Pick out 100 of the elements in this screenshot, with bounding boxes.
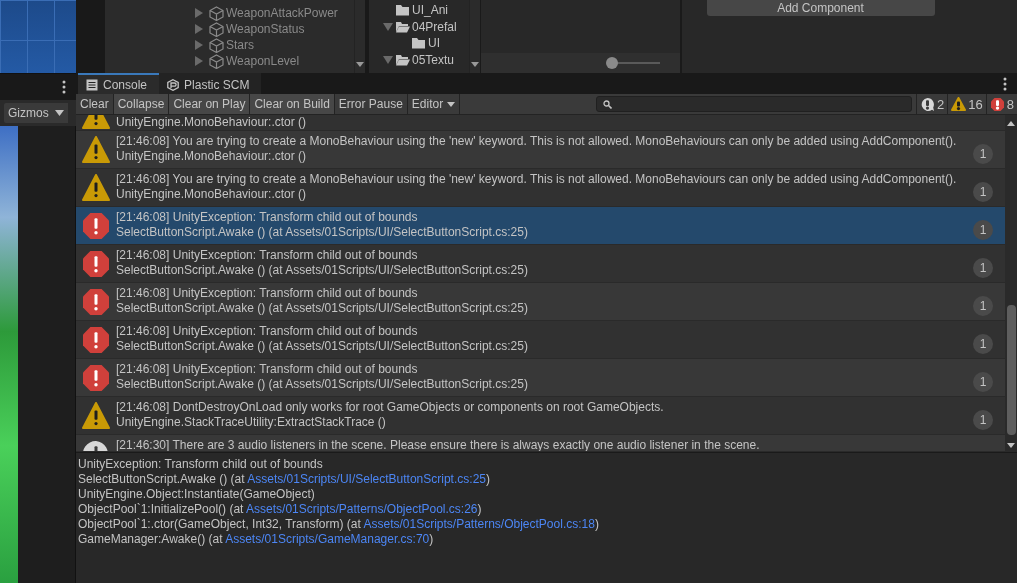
count-badge: 1 xyxy=(973,219,993,240)
log-message: [21:46:08] UnityException: Transform child out of bounds xyxy=(116,362,418,377)
toggle-button[interactable]: Clear on Play xyxy=(169,94,251,114)
hexagon-logo-icon xyxy=(167,78,180,91)
log-message: SelectButtonScript.Awake () (at Assets/01Scripts/UI/SelectButtonScript.cs:25) xyxy=(116,225,528,240)
folder-name[interactable]: UI_Ani xyxy=(412,3,449,18)
log-message: [21:46:30] There are 3 audio listeners in the scene. Please ensure there is always exactly one audio listener in the scene. xyxy=(116,438,760,451)
stack-trace-line: UnityException: Transform child out of bounds xyxy=(78,457,324,472)
caret-icon xyxy=(54,110,64,116)
count-badge: 1 xyxy=(973,295,993,316)
log-message: [21:46:08] UnityException: Transform child out of bounds xyxy=(116,210,418,225)
search-field[interactable] xyxy=(596,96,913,112)
hierarchy-item[interactable]: WeaponAttackPower xyxy=(226,6,338,20)
log-message: [21:46:08] UnityException: Transform child out of bounds xyxy=(116,248,418,263)
scroll-down-arrow-icon xyxy=(356,62,364,67)
search-icon xyxy=(603,99,613,109)
log-entry[interactable]: [21:46:08] You are trying to create a MonoBehaviour using the 'new' keyword. This is not allowed. MonoBehaviours can only be added using AddComponent(). UnityEngine.MonoBehaviour:.ctor () 1 xyxy=(76,131,1005,169)
hierarchy-item[interactable]: WeaponStatus xyxy=(226,22,305,36)
log-message: UnityEngine.MonoBehaviour:.ctor () xyxy=(116,187,307,202)
expanded-arrow-icon[interactable] xyxy=(383,22,393,31)
expanded-arrow-icon[interactable] xyxy=(383,55,393,64)
stack-trace-line: ObjectPool`1:.ctor(GameObject, Int32, Transform) (at Assets/01Scripts/Patterns/ObjectPool.cs:18) xyxy=(78,517,600,532)
log-message: [21:46:08] UnityException: Transform child out of bounds xyxy=(116,324,418,339)
cube-icon xyxy=(209,5,224,21)
open-folder-icon xyxy=(395,53,410,66)
panel-tab[interactable]: Console xyxy=(78,73,160,94)
count-badge: 1 xyxy=(973,181,993,202)
hierarchy-item[interactable]: WeaponLevel xyxy=(226,54,300,68)
folder-icon xyxy=(395,4,410,17)
log-message: SelectButtonScript.Awake () (at Assets/01Scripts/UI/SelectButtonScript.cs:25) xyxy=(116,377,528,392)
more-options-icon xyxy=(62,80,66,94)
error-icon xyxy=(989,96,1005,112)
log-message: SelectButtonScript.Awake () (at Assets/01Scripts/UI/SelectButtonScript.cs:25) xyxy=(116,301,528,316)
log-entry[interactable]: [21:46:08] UnityException: Transform child out of bounds SelectButtonScript.Awake () (at Assets/01Scripts/UI/SelectButtonScript.cs:25) 1 xyxy=(76,321,1005,359)
stack-trace-line: GameManager:Awake() (at Assets/01Scripts/GameManager.cs:70) xyxy=(78,532,435,547)
log-message: SelectButtonScript.Awake () (at Assets/01Scripts/UI/SelectButtonScript.cs:25) xyxy=(116,263,528,278)
stack-trace-line: UnityEngine.Object:Instantiate(GameObject) xyxy=(78,487,316,502)
cube-icon xyxy=(209,37,224,53)
zoom-slider-thumb[interactable] xyxy=(606,57,618,69)
folder-name[interactable]: UI xyxy=(428,36,440,51)
log-entry[interactable]: [21:46:30] There are 3 audio listeners in the scene. Please ensure there is always exactly one audio listener in the scene. xyxy=(76,435,1005,452)
more-options-icon xyxy=(1003,76,1007,91)
panel-tab[interactable]: Plastic SCM xyxy=(159,73,262,94)
stack-trace-line: ObjectPool`1:InitializePool() (at Assets/01Scripts/Patterns/ObjectPool.cs:26) xyxy=(78,502,483,517)
log-entry[interactable]: [21:46:08] UnityException: Transform child out of bounds SelectButtonScript.Awake () (at Assets/01Scripts/UI/SelectButtonScript.cs:25) 1 xyxy=(76,283,1005,321)
count-badge: 1 xyxy=(973,409,993,430)
source-file-link[interactable]: Assets/01Scripts/UI/SelectButtonScript.cs:25 xyxy=(247,472,486,486)
hierarchy-item[interactable]: Stars xyxy=(226,38,254,52)
list-icon xyxy=(86,78,98,91)
scroll-down-arrow-icon xyxy=(1007,443,1015,448)
error-icon xyxy=(82,250,110,278)
message-filter-toggle[interactable]: 16 xyxy=(947,94,986,114)
count-badge: 1 xyxy=(973,371,993,392)
log-message: SelectButtonScript.Awake () (at Assets/01Scripts/UI/SelectButtonScript.cs:25) xyxy=(116,339,528,354)
folder-icon xyxy=(411,37,426,50)
add-component-button[interactable]: Add Component xyxy=(706,0,935,16)
log-entry[interactable]: [21:46:08] DontDestroyOnLoad only works for root GameObjects or components on root GameObjects. UnityEngine.StackTraceUtility:ExtractStackTrace () 1 xyxy=(76,397,1005,435)
folder-name[interactable]: 04Prefal xyxy=(412,19,457,34)
error-icon xyxy=(82,364,110,392)
caret-icon xyxy=(447,101,456,107)
count-badge: 1 xyxy=(973,257,993,278)
warning-icon xyxy=(951,96,967,112)
warning-icon xyxy=(82,174,110,202)
log-message: UnityEngine.MonoBehaviour:.ctor () xyxy=(116,115,307,130)
log-entry[interactable]: [21:46:08] You are trying to create a MonoBehaviour using the 'new' keyword. This is not allowed. MonoBehaviours can only be added using AddComponent(). UnityEngine.MonoBehaviour:.ctor () 1 xyxy=(76,169,1005,207)
warning-icon xyxy=(82,136,110,164)
log-entry[interactable]: UnityEngine.MonoBehaviour:.ctor () xyxy=(76,115,1005,131)
warning-icon xyxy=(82,402,110,430)
count-badge: 1 xyxy=(973,143,993,164)
info-icon xyxy=(920,96,936,112)
log-entry[interactable]: [21:46:08] UnityException: Transform child out of bounds SelectButtonScript.Awake () (at Assets/01Scripts/UI/SelectButtonScript.cs:25) 1 xyxy=(76,207,1005,245)
source-file-link[interactable]: Assets/01Scripts/Patterns/ObjectPool.cs:26 xyxy=(246,502,478,516)
source-file-link[interactable]: Assets/01Scripts/GameManager.cs:70 xyxy=(225,532,430,546)
stack-trace-line: SelectButtonScript.Awake () (at Assets/01Scripts/UI/SelectButtonScript.cs:25) xyxy=(78,472,491,487)
cube-icon xyxy=(209,53,224,69)
scrollbar-thumb[interactable] xyxy=(1006,305,1016,435)
log-message: [21:46:08] DontDestroyOnLoad only works for root GameObjects or components on root GameObjects. xyxy=(116,400,664,415)
error-icon xyxy=(82,212,110,240)
log-entry[interactable]: [21:46:08] UnityException: Transform child out of bounds SelectButtonScript.Awake () (at Assets/01Scripts/UI/SelectButtonScript.cs:25) 1 xyxy=(76,359,1005,397)
error-icon xyxy=(82,288,110,316)
toggle-button[interactable]: Collapse xyxy=(113,94,170,114)
count-badge: 1 xyxy=(973,333,993,354)
open-folder-icon xyxy=(395,20,410,33)
log-entry[interactable]: [21:46:08] UnityException: Transform child out of bounds SelectButtonScript.Awake () (at Assets/01Scripts/UI/SelectButtonScript.cs:25) 1 xyxy=(76,245,1005,283)
gizmos-dropdown[interactable]: Gizmos xyxy=(4,103,68,123)
error-icon xyxy=(82,326,110,354)
log-message: UnityEngine.MonoBehaviour:.ctor () xyxy=(116,149,307,164)
collapsed-arrow-icon[interactable] xyxy=(195,40,203,50)
collapsed-arrow-icon[interactable] xyxy=(195,56,203,66)
collapsed-arrow-icon[interactable] xyxy=(195,8,203,18)
scroll-up-arrow-icon xyxy=(1007,121,1015,126)
toggle-button[interactable]: Clear on Build xyxy=(250,94,335,114)
log-message: [21:46:08] You are trying to create a MonoBehaviour using the 'new' keyword. This is not allowed. MonoBehaviours can only be added using AddComponent(). xyxy=(116,172,957,187)
log-message: [21:46:08] You are trying to create a MonoBehaviour using the 'new' keyword. This is not allowed. MonoBehaviours can only be added using AddComponent(). xyxy=(116,134,957,149)
folder-name[interactable]: 05Textu xyxy=(412,52,455,67)
collapsed-arrow-icon[interactable] xyxy=(195,24,203,34)
log-message: UnityEngine.StackTraceUtility:ExtractStackTrace () xyxy=(116,415,386,430)
source-file-link[interactable]: Assets/01Scripts/Patterns/ObjectPool.cs:18 xyxy=(363,517,595,531)
message-filter-toggle[interactable]: 8 xyxy=(985,94,1017,114)
scroll-down-arrow-icon xyxy=(471,62,479,67)
